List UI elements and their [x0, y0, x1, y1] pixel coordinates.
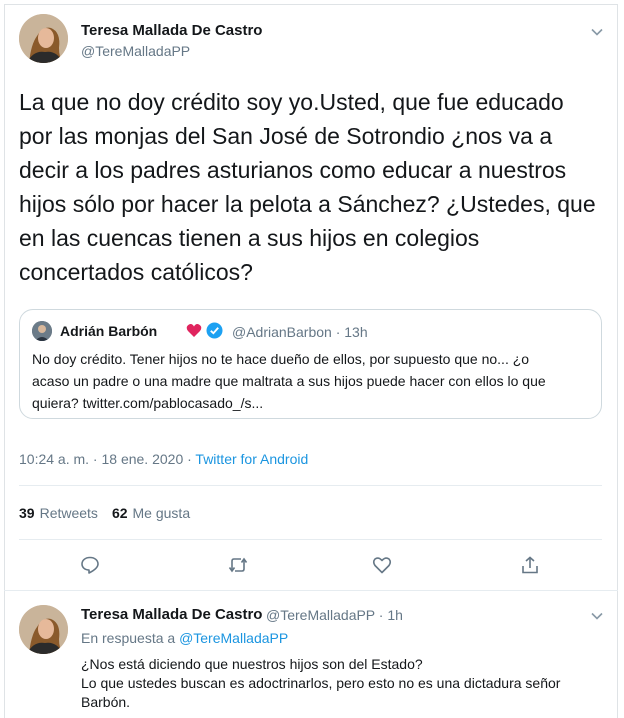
tweet-timestamp: 10:24 a. m. · 18 ene. 2020 · Twitter for… [19, 451, 308, 467]
share-icon[interactable] [520, 555, 540, 575]
author-name[interactable]: Teresa Mallada De Castro [81, 22, 262, 39]
verified-badge-icon [206, 322, 223, 339]
retweets-count: 39 [19, 505, 35, 521]
reply-author-avatar[interactable] [19, 605, 68, 654]
tweet-text: La que no doy crédito soy yo.Usted, que … [19, 85, 609, 289]
tweet-text-line: en las cuencas tienen a sus hijos en col… [19, 225, 480, 251]
quoted-tweet[interactable]: Adrián Barbón @AdrianBarbon · 13h No doy… [19, 309, 602, 419]
divider [19, 485, 602, 486]
reply-icon[interactable] [80, 555, 100, 575]
reply-author-name[interactable]: Teresa Mallada De Castro [81, 606, 262, 623]
reply-text-line: Lo que ustedes buscan es adoctrinarlos, … [81, 675, 561, 691]
reply-prefix: En respuesta a [81, 630, 180, 646]
quoted-text-line: No doy crédito. Tener hijos no te hace d… [32, 351, 530, 367]
tweet-text-line: hijos sólo por hacer la pelota a Sánchez… [19, 191, 596, 217]
quoted-text-line: acaso un padre o una madre que maltrata … [32, 373, 546, 389]
retweet-icon[interactable] [228, 555, 248, 575]
reply-to-link[interactable]: @TereMalladaPP [179, 630, 288, 646]
retweets-label: Retweets [39, 505, 98, 521]
heart-icon[interactable] [372, 555, 392, 575]
red-heart-icon [186, 324, 202, 337]
author-avatar[interactable] [19, 14, 68, 63]
chevron-down-icon[interactable] [590, 25, 604, 39]
tweet-stats: 39 Retweets 62 Me gusta [19, 505, 190, 521]
quoted-tweet-text: No doy crédito. Tener hijos no te hace d… [32, 348, 597, 414]
reply-text: ¿Nos está diciendo que nuestros hijos so… [81, 655, 611, 712]
tweet-text-line: La que no doy crédito soy yo.Usted, que … [19, 89, 564, 115]
reply-text-line: ¿Nos está diciendo que nuestros hijos so… [81, 656, 423, 672]
likes-label: Me gusta [132, 505, 191, 521]
timestamp-text[interactable]: 10:24 a. m. · 18 ene. 2020 · [19, 451, 195, 467]
tweet-text-line: concertados católicos? [19, 259, 253, 285]
reply-text-line: Barbón. [81, 694, 131, 710]
likes-stat[interactable]: 62 Me gusta [112, 505, 190, 521]
source-link[interactable]: Twitter for Android [195, 451, 308, 467]
chevron-down-icon[interactable] [590, 609, 604, 623]
likes-count: 62 [111, 505, 128, 521]
quoted-author-handle: @AdrianBarbon · 13h [232, 324, 368, 340]
retweets-stat[interactable]: 39 Retweets [19, 505, 98, 521]
divider [4, 590, 618, 591]
quoted-author-avatar [32, 321, 52, 341]
reply-context: En respuesta a @TereMalladaPP [81, 630, 288, 646]
author-handle[interactable]: @TereMalladaPP [81, 43, 190, 59]
reply-author-handle[interactable]: @TereMalladaPP · 1h [266, 607, 403, 623]
quoted-author-name: Adrián Barbón [60, 323, 158, 339]
divider [19, 539, 602, 540]
tweet-text-line: decir a los padres asturianos como educa… [19, 157, 567, 183]
quoted-text-line: quiera? twitter.com/pablocasado_/s... [32, 395, 264, 411]
tweet-text-line: por las monjas del San José de Sotrondio… [19, 123, 553, 149]
